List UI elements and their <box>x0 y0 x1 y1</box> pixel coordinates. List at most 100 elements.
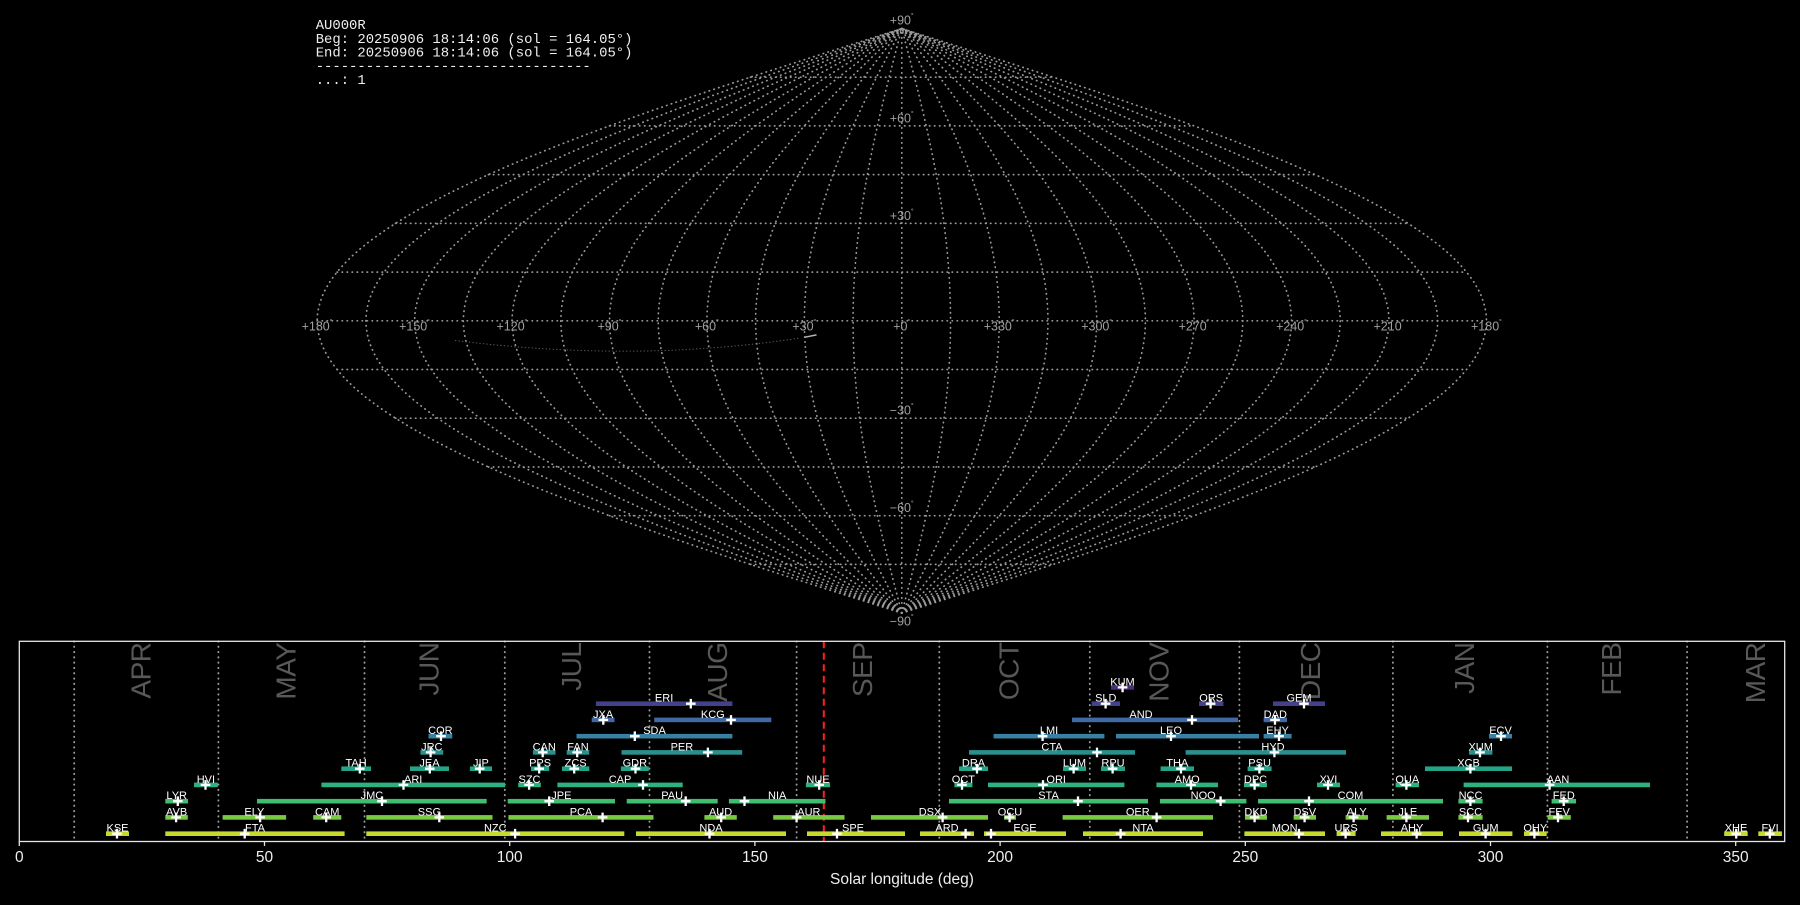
svg-text:ALY: ALY <box>1347 806 1368 818</box>
svg-text:NDA: NDA <box>699 823 723 835</box>
svg-text:SZC: SZC <box>519 774 541 786</box>
svg-text:SLD: SLD <box>1095 693 1116 705</box>
svg-text:MAY: MAY <box>271 642 302 700</box>
svg-text:JUN: JUN <box>414 643 445 696</box>
svg-text:URS: URS <box>1334 823 1357 835</box>
svg-text:JRC: JRC <box>421 741 442 753</box>
svg-text:EGE: EGE <box>1013 823 1036 835</box>
svg-text:JIP: JIP <box>473 758 489 770</box>
svg-text:JLE: JLE <box>1398 806 1417 818</box>
svg-text:FEV: FEV <box>1548 806 1570 818</box>
svg-text:NIA: NIA <box>768 790 787 802</box>
svg-text:MON: MON <box>1272 823 1298 835</box>
svg-text:QUA: QUA <box>1395 774 1420 786</box>
svg-text:AND: AND <box>1129 709 1152 721</box>
svg-text:JUL: JUL <box>556 643 587 691</box>
svg-text:AHY: AHY <box>1401 823 1424 835</box>
svg-text:DKD: DKD <box>1244 806 1267 818</box>
svg-text:KCG: KCG <box>701 709 725 721</box>
svg-text:AVB: AVB <box>166 806 187 818</box>
svg-text:LYR: LYR <box>166 790 187 802</box>
svg-text:GDR: GDR <box>623 758 648 770</box>
svg-text:AUD: AUD <box>709 806 732 818</box>
svg-text:DSX: DSX <box>919 806 942 818</box>
svg-text:APR: APR <box>125 643 156 699</box>
svg-text:PAU: PAU <box>661 790 683 802</box>
svg-text:HVI: HVI <box>197 774 215 786</box>
svg-text:AUG: AUG <box>702 643 733 702</box>
svg-text:CAN: CAN <box>533 741 556 753</box>
svg-text:LMI: LMI <box>1040 725 1058 737</box>
svg-text:RPU: RPU <box>1101 758 1124 770</box>
svg-text:LUM: LUM <box>1063 758 1086 770</box>
svg-text:SDA: SDA <box>643 725 666 737</box>
svg-text:XUM: XUM <box>1468 741 1492 753</box>
svg-text:−90˚: −90˚ <box>890 613 914 629</box>
svg-text:ELY: ELY <box>244 806 265 818</box>
svg-text:FED: FED <box>1553 790 1575 802</box>
svg-text:+120˚: +120˚ <box>497 318 528 334</box>
svg-text:+60˚: +60˚ <box>695 318 719 334</box>
svg-text:PER: PER <box>671 741 694 753</box>
svg-text:FVI: FVI <box>1762 823 1779 835</box>
svg-text:+210˚: +210˚ <box>1374 318 1405 334</box>
svg-text:JXA: JXA <box>593 709 614 721</box>
svg-text:HYD: HYD <box>1261 741 1284 753</box>
svg-text:−30˚: −30˚ <box>890 402 914 418</box>
svg-text:STA: STA <box>1038 790 1059 802</box>
svg-text:−60˚: −60˚ <box>890 499 914 515</box>
svg-text:JPE: JPE <box>551 790 571 802</box>
svg-text:JAN: JAN <box>1449 643 1480 694</box>
svg-text:NOO: NOO <box>1191 790 1217 802</box>
svg-text:NZC: NZC <box>484 823 507 835</box>
svg-text:100: 100 <box>497 849 523 866</box>
svg-text:+60˚: +60˚ <box>890 109 914 125</box>
svg-text:ECV: ECV <box>1489 725 1512 737</box>
svg-text:+180˚: +180˚ <box>1471 318 1502 334</box>
svg-text:NCC: NCC <box>1459 790 1483 802</box>
svg-text:+180˚: +180˚ <box>302 318 333 334</box>
svg-text:PPS: PPS <box>529 758 551 770</box>
svg-text:CTA: CTA <box>1041 741 1063 753</box>
svg-text:+90˚: +90˚ <box>890 12 914 28</box>
svg-text:+150˚: +150˚ <box>399 318 430 334</box>
svg-text:AAN: AAN <box>1547 774 1570 786</box>
svg-text:SSG: SSG <box>418 806 441 818</box>
svg-text:XCB: XCB <box>1457 758 1480 770</box>
svg-text:COR: COR <box>428 725 453 737</box>
svg-text:DPC: DPC <box>1244 774 1267 786</box>
svg-text:OCT: OCT <box>952 774 976 786</box>
svg-text:DRA: DRA <box>962 758 986 770</box>
svg-text:THA: THA <box>1166 758 1189 770</box>
svg-text:+240˚: +240˚ <box>1276 318 1307 334</box>
svg-text:Solar longitude (deg): Solar longitude (deg) <box>830 871 974 888</box>
svg-text:FAN: FAN <box>567 741 588 753</box>
svg-text:DEC: DEC <box>1295 642 1326 700</box>
svg-text:200: 200 <box>987 849 1013 866</box>
svg-text:FEB: FEB <box>1596 643 1627 696</box>
svg-text:SEP: SEP <box>847 643 878 698</box>
svg-text:CAM: CAM <box>315 806 339 818</box>
svg-text:OCU: OCU <box>998 806 1023 818</box>
svg-text:OER: OER <box>1126 806 1150 818</box>
svg-text:AMO: AMO <box>1175 774 1201 786</box>
svg-text:XVI: XVI <box>1320 774 1338 786</box>
svg-text:+30˚: +30˚ <box>890 207 914 223</box>
svg-text:FTA: FTA <box>245 823 266 835</box>
svg-text:PSU: PSU <box>1248 758 1271 770</box>
svg-text:+330˚: +330˚ <box>984 318 1015 334</box>
svg-text:250: 250 <box>1232 849 1258 866</box>
svg-text:ARD: ARD <box>935 823 958 835</box>
svg-text:50: 50 <box>256 849 274 866</box>
svg-text:SCC: SCC <box>1459 806 1482 818</box>
svg-text:CAP: CAP <box>609 774 632 786</box>
svg-text:GEM: GEM <box>1286 693 1311 705</box>
svg-text:TAH: TAH <box>346 758 367 770</box>
svg-text:ARI: ARI <box>404 774 422 786</box>
svg-text:350: 350 <box>1723 849 1749 866</box>
svg-text:ERI: ERI <box>655 693 673 705</box>
svg-text:NTA: NTA <box>1132 823 1154 835</box>
svg-text:+30˚: +30˚ <box>792 318 816 334</box>
svg-text:KUM: KUM <box>1110 676 1134 688</box>
svg-text:ORS: ORS <box>1199 693 1223 705</box>
